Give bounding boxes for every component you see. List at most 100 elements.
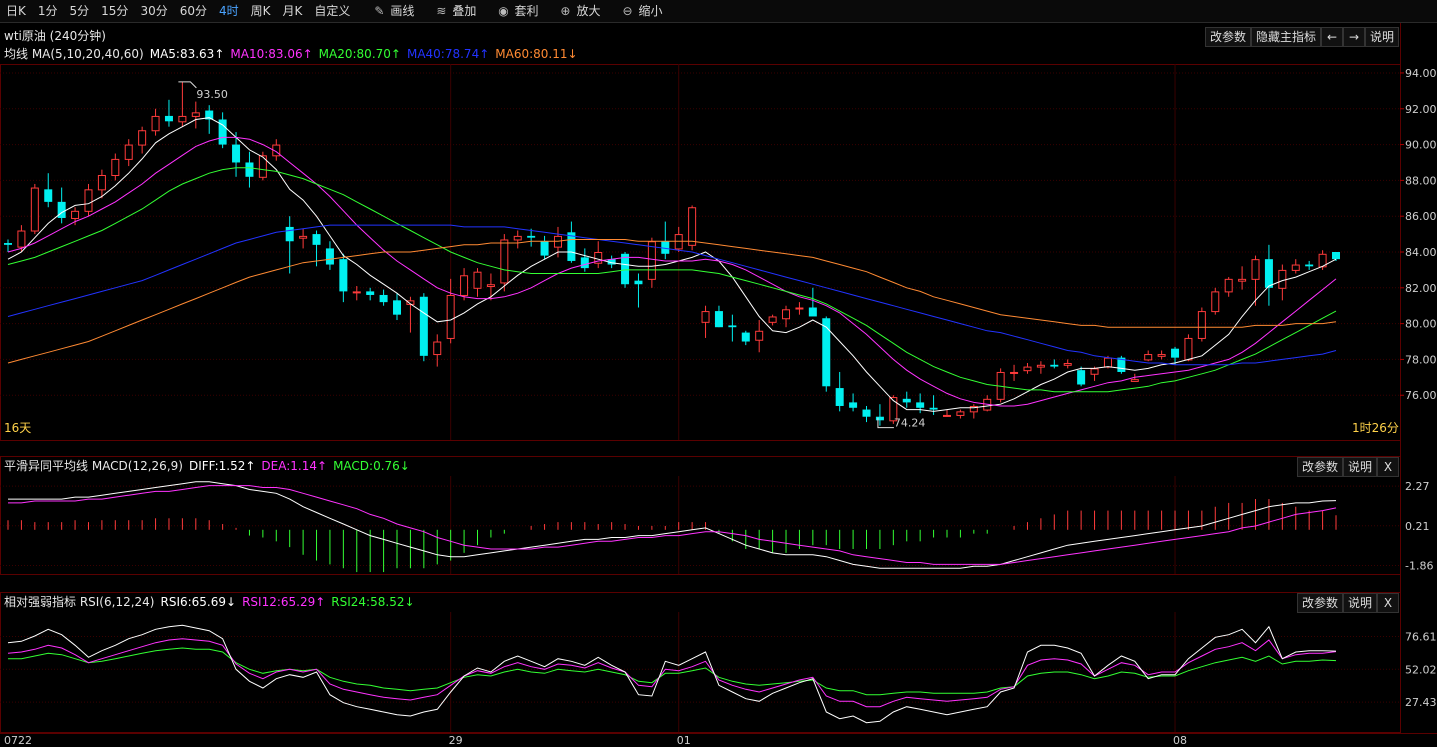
main_panel-value-0: MA5:83.63↑ <box>149 47 225 61</box>
rsi-tick-label: 76.61 <box>1405 631 1437 644</box>
macd_panel-value-1: DEA:1.14↑ <box>261 459 328 473</box>
price-tick-label: 78.00 <box>1405 353 1437 366</box>
macd_panel-value-0: DIFF:1.52↑ <box>188 459 256 473</box>
countdown-note: 1时26分 <box>1352 421 1399 435</box>
x-tick-label: 0722 <box>4 734 32 747</box>
candle <box>835 371 844 412</box>
main_panel-value-3: MA40:78.74↑ <box>406 47 490 61</box>
candle <box>1036 361 1045 374</box>
candle <box>674 226 683 252</box>
high-marker <box>178 81 197 89</box>
x-tick-label: 29 <box>449 734 463 747</box>
main_panel-btn-2[interactable]: ← <box>1321 27 1343 47</box>
main-panel-title-bar: wti原油 (240分钟) 改参数 隐藏主指标 ← → 说明 <box>0 27 1401 47</box>
candle <box>1197 307 1206 342</box>
left-note: 16天 <box>4 421 31 435</box>
macd_panel-value-2: MACD:0.76↓ <box>333 459 410 473</box>
series-ma60-line <box>7 239 1337 364</box>
candle <box>433 334 442 367</box>
macd-tick-label: 2.27 <box>1405 480 1430 493</box>
main_panel-btn-1[interactable]: 隐藏主指标 <box>1251 27 1321 47</box>
candle <box>1264 244 1273 306</box>
candle <box>366 287 375 301</box>
candle <box>661 221 670 260</box>
price-tick-label: 84.00 <box>1405 246 1437 259</box>
series-ma20-line <box>7 167 1337 393</box>
price-tick-label: 88.00 <box>1405 174 1437 187</box>
rsi-tick-label: 52.02 <box>1405 663 1437 676</box>
candle <box>862 405 871 423</box>
candle <box>875 404 884 426</box>
rsi-tick-label: 27.43 <box>1405 696 1437 709</box>
candle <box>124 139 133 167</box>
candle <box>299 228 308 249</box>
main-indicator-bar: 均线 MA(5,10,20,40,60) MA5:83.63↑ MA10:83.06… <box>0 45 1401 63</box>
main-panel-title: wti原油 (240分钟) <box>4 29 106 43</box>
candle <box>1010 364 1019 381</box>
panel-frame <box>0 592 1401 733</box>
high-label: 93.50 <box>196 88 228 101</box>
candle <box>513 230 522 249</box>
candle <box>728 314 737 342</box>
candle <box>942 409 951 417</box>
main_panel-indicator-name: 均线 MA(5,10,20,40,60) <box>4 47 144 61</box>
macd-diff-line <box>8 481 1337 569</box>
x-tick-label: 08 <box>1173 734 1187 747</box>
candle <box>996 368 1005 403</box>
candle <box>111 153 120 181</box>
candle <box>647 237 656 288</box>
macd-tick-label: -1.86 <box>1405 560 1433 573</box>
candle <box>325 241 334 270</box>
price-tick-label: 86.00 <box>1405 210 1437 223</box>
main_panel-btn-3[interactable]: → <box>1343 27 1365 47</box>
candle <box>849 393 858 412</box>
macd_panel-btn-1[interactable]: 说明 <box>1343 457 1377 477</box>
candle <box>969 404 978 419</box>
series-ma10-line <box>7 136 1337 407</box>
candle <box>795 302 804 315</box>
macd_panel-btn-0[interactable]: 改参数 <box>1297 457 1343 477</box>
candle <box>956 409 965 419</box>
candle <box>741 330 750 346</box>
macd-tick-label: 0.21 <box>1405 520 1430 533</box>
rsi24-line <box>8 647 1337 696</box>
candle <box>446 278 455 344</box>
main_panel-btn-4[interactable]: 说明 <box>1365 27 1399 47</box>
candle <box>1305 260 1314 270</box>
rsi_panel-btn-1[interactable]: 说明 <box>1343 593 1377 613</box>
candle <box>191 101 200 129</box>
price-tick-label: 80.00 <box>1405 318 1437 331</box>
price-tick-label: 76.00 <box>1405 389 1437 402</box>
candle <box>755 320 764 353</box>
main_panel-btn-0[interactable]: 改参数 <box>1205 27 1251 47</box>
candle <box>138 126 147 154</box>
candle <box>1278 264 1287 301</box>
rsi-indicator-bar: 相对强弱指标 RSI(6,12,24) RSI6:65.69↓ RSI12:65.2… <box>0 593 1401 613</box>
macd_panel-btn-2[interactable]: X <box>1377 457 1399 477</box>
candle <box>768 314 777 326</box>
rsi_panel-value-2: RSI24:58.52↓ <box>331 595 415 609</box>
rsi_panel-indicator-name: 相对强弱指标 RSI(6,12,24) <box>4 595 155 609</box>
candle <box>285 216 294 274</box>
x-tick-label: 01 <box>677 734 691 747</box>
series-ma5-line <box>7 117 1337 412</box>
price-tick-label: 82.00 <box>1405 282 1437 295</box>
main_panel-value-1: MA10:83.06↑ <box>230 47 313 61</box>
candle <box>527 228 536 247</box>
candle <box>1144 350 1153 362</box>
candle <box>339 253 348 303</box>
candle <box>594 241 603 269</box>
candle <box>929 395 938 415</box>
candle <box>983 395 992 412</box>
candle <box>44 173 53 208</box>
candle <box>1211 287 1220 315</box>
candle <box>1291 259 1300 274</box>
main_panel-value-4: MA60:80.11↓ <box>495 47 578 61</box>
rsi_panel-btn-0[interactable]: 改参数 <box>1297 593 1343 613</box>
rsi_panel-btn-2[interactable]: X <box>1377 593 1399 613</box>
candle <box>1050 359 1059 369</box>
candle <box>902 391 911 408</box>
candle <box>1224 277 1233 297</box>
candle <box>151 108 160 136</box>
candle <box>808 287 817 317</box>
